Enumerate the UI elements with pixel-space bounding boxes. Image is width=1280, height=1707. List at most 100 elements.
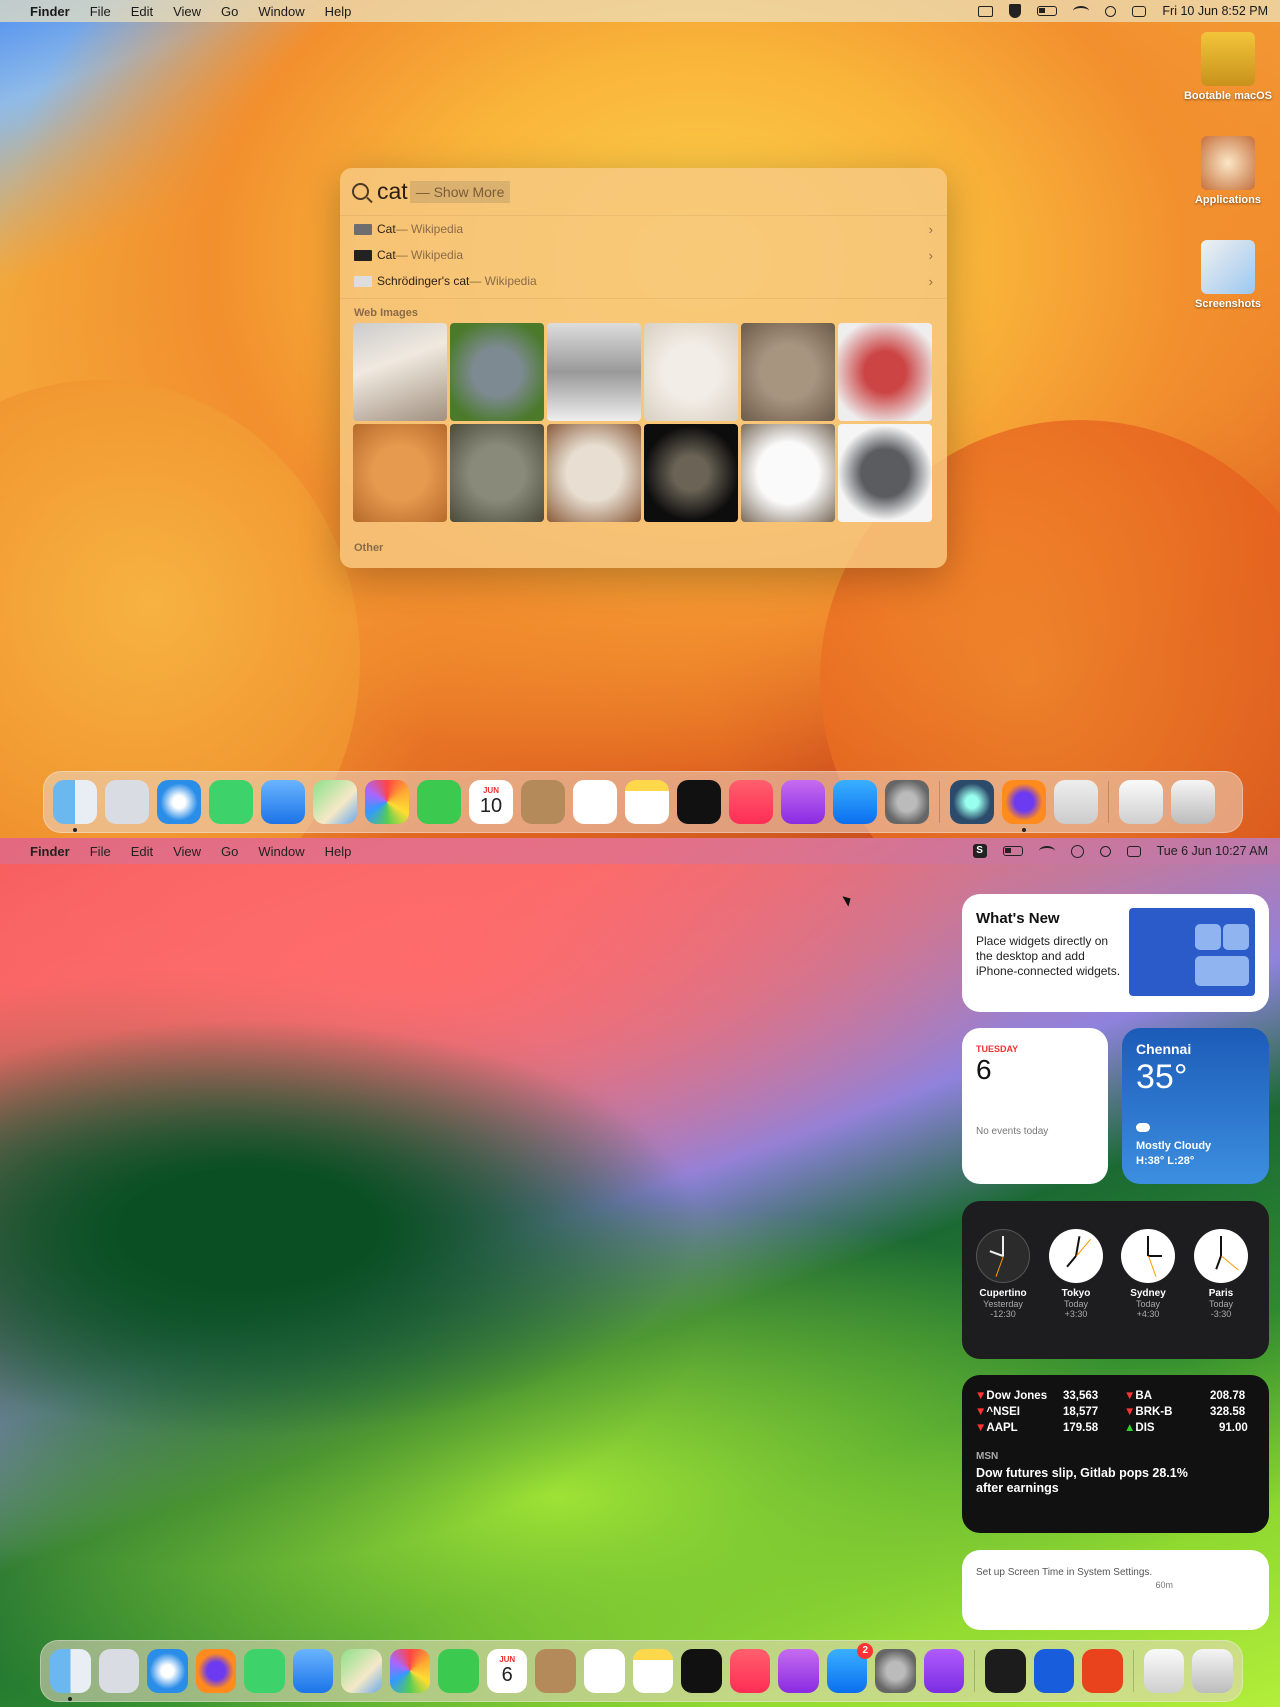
facetime-icon[interactable]	[417, 780, 461, 824]
trash-icon[interactable]	[1171, 780, 1215, 824]
vpn-shield-icon[interactable]	[1009, 4, 1022, 18]
spotlight-query[interactable]: cat	[377, 178, 408, 205]
cat-image-thumb[interactable]	[353, 424, 447, 522]
menu-file[interactable]: File	[90, 844, 111, 859]
spotlight-search-bar[interactable]: cat — Show More	[340, 168, 947, 216]
mail-icon[interactable]	[261, 780, 305, 824]
menu-window[interactable]: Window	[258, 844, 304, 859]
cat-image-thumb[interactable]	[741, 424, 835, 522]
calendar-icon[interactable]: JUN 6	[486, 1649, 528, 1693]
launchpad-icon[interactable]	[105, 780, 149, 824]
menu-edit[interactable]: Edit	[131, 844, 153, 859]
weather-widget[interactable]: Chennai 35° Mostly Cloudy H:38° L:28°	[1122, 1028, 1269, 1184]
maps-icon[interactable]	[341, 1649, 382, 1693]
facetime-icon[interactable]	[438, 1649, 479, 1693]
menu-app-name[interactable]: Finder	[30, 844, 70, 859]
keyboard-icon[interactable]	[978, 5, 994, 17]
menu-app-name[interactable]: Finder	[30, 4, 70, 19]
menu-go[interactable]: Go	[221, 844, 238, 859]
menu-clock[interactable]: Fri 10 Jun 8:52 PM	[1162, 4, 1268, 18]
reminders-icon[interactable]	[584, 1649, 625, 1693]
result-row[interactable]: Schrödinger's cat — Wikipedia ›	[340, 268, 947, 294]
downloads-stack-icon[interactable]	[1143, 1649, 1185, 1693]
now-playing-icon[interactable]	[1070, 844, 1084, 858]
desktop-icon-bootable-macos[interactable]: Bootable macOS	[1178, 32, 1278, 102]
calendar-icon[interactable]: JUN 10	[469, 780, 513, 824]
contacts-icon[interactable]	[521, 780, 565, 824]
music-icon[interactable]	[729, 1649, 771, 1693]
control-center-icon[interactable]	[1126, 845, 1141, 857]
show-more-hint[interactable]: — Show More	[409, 180, 511, 203]
battery-icon[interactable]	[1002, 846, 1023, 856]
news-headline[interactable]: Dow futures slip, Gitlab pops 28.1% afte…	[976, 1466, 1216, 1496]
trash-icon[interactable]	[1192, 1649, 1233, 1693]
wifi-icon[interactable]	[1073, 6, 1090, 16]
photos-icon[interactable]	[389, 1649, 431, 1693]
downloads-stack-icon[interactable]	[1119, 780, 1163, 824]
feedback-assistant-icon[interactable]	[923, 1649, 965, 1693]
battery-icon[interactable]	[1037, 6, 1058, 16]
cat-image-thumb[interactable]	[450, 323, 544, 421]
menu-file[interactable]: File	[90, 4, 111, 19]
cat-image-thumb[interactable]	[644, 323, 738, 421]
menu-help[interactable]: Help	[325, 4, 352, 19]
firefox-icon[interactable]	[1002, 780, 1046, 832]
menu-go[interactable]: Go	[221, 4, 238, 19]
notes-icon[interactable]	[625, 780, 669, 824]
messages-icon[interactable]	[209, 780, 253, 824]
screen-time-widget[interactable]: Set up Screen Time in System Settings. 6…	[962, 1550, 1269, 1630]
desktop-icon-screenshots[interactable]: Screenshots	[1178, 240, 1278, 310]
finder-icon[interactable]	[50, 1649, 91, 1701]
messages-icon[interactable]	[244, 1649, 285, 1693]
cat-image-thumb[interactable]	[450, 424, 544, 522]
wifi-icon[interactable]	[1038, 846, 1055, 856]
quicktime-icon[interactable]	[950, 780, 994, 824]
stocks-widget[interactable]: ▼Dow Jones 33,563 ▼^NSEI 18,577 ▼AAPL 17…	[962, 1375, 1269, 1533]
launchpad-icon[interactable]	[98, 1649, 140, 1693]
world-clock-widget[interactable]: Cupertino Yesterday -12:30 Tokyo Today +…	[962, 1201, 1269, 1359]
menu-window[interactable]: Window	[258, 4, 304, 19]
whats-new-widget[interactable]: What's New Place widgets directly on the…	[962, 894, 1269, 1012]
podcasts-icon[interactable]	[778, 1649, 819, 1693]
cat-image-thumb[interactable]	[838, 424, 932, 522]
app-store-icon[interactable]: 2	[826, 1643, 874, 1693]
cat-image-thumb[interactable]	[644, 424, 738, 522]
menu-clock[interactable]: Tue 6 Jun 10:27 AM	[1157, 844, 1268, 858]
finder-icon[interactable]	[53, 780, 97, 832]
result-row[interactable]: Cat — Wikipedia ›	[340, 216, 947, 242]
cat-image-thumb[interactable]	[838, 323, 932, 421]
maps-icon[interactable]	[313, 780, 357, 824]
photos-icon[interactable]	[365, 780, 409, 824]
scrivener-icon[interactable]	[1082, 1649, 1123, 1693]
system-settings-icon[interactable]	[875, 1649, 916, 1693]
calendar-widget[interactable]: TUESDAY 6 No events today	[962, 1028, 1108, 1184]
tv-icon[interactable]	[677, 780, 721, 824]
podcasts-icon[interactable]	[781, 780, 825, 824]
firefox-icon[interactable]	[195, 1649, 237, 1693]
spotlight-icon[interactable]	[1099, 845, 1111, 857]
cat-image-thumb[interactable]	[547, 424, 641, 522]
mail-icon[interactable]	[292, 1649, 334, 1693]
menu-help[interactable]: Help	[325, 844, 352, 859]
menu-view[interactable]: View	[173, 4, 201, 19]
safari-icon[interactable]	[147, 1649, 188, 1693]
desktop-icon-applications[interactable]: Applications	[1178, 136, 1278, 206]
music-icon[interactable]	[729, 780, 773, 824]
notes-icon[interactable]	[632, 1649, 674, 1693]
contacts-icon[interactable]	[535, 1649, 577, 1693]
terminal-icon[interactable]	[985, 1649, 1026, 1693]
reminders-icon[interactable]	[573, 780, 617, 824]
cat-image-thumb[interactable]	[741, 323, 835, 421]
result-row[interactable]: Cat — Wikipedia ›	[340, 242, 947, 268]
cat-image-thumb[interactable]	[547, 323, 641, 421]
safari-icon[interactable]	[157, 780, 201, 824]
cat-image-thumb[interactable]	[353, 323, 447, 421]
system-settings-icon[interactable]	[885, 780, 929, 824]
bitwarden-icon[interactable]	[1033, 1649, 1075, 1693]
menu-edit[interactable]: Edit	[131, 4, 153, 19]
app-store-icon[interactable]	[833, 780, 877, 824]
menu-view[interactable]: View	[173, 844, 201, 859]
adguard-icon[interactable]	[1054, 780, 1098, 824]
spotlight-icon[interactable]	[1105, 5, 1117, 17]
control-center-icon[interactable]	[1132, 5, 1147, 17]
